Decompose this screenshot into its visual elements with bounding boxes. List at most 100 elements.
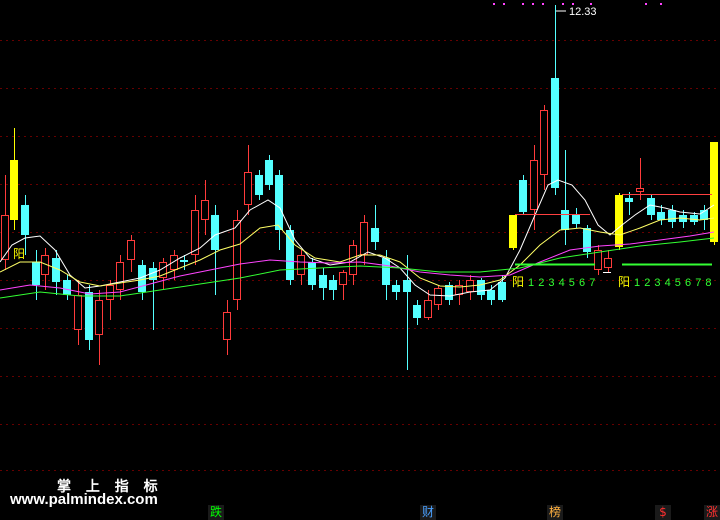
candle-body — [1, 215, 9, 260]
candle-body — [509, 215, 517, 248]
candlestick — [636, 158, 644, 200]
candlestick — [551, 5, 559, 195]
count-number: 1 — [634, 277, 640, 289]
candlestick — [647, 195, 655, 220]
candlestick — [540, 105, 548, 190]
candle-body — [690, 215, 698, 222]
candle-body — [211, 215, 219, 250]
candlestick — [339, 270, 347, 300]
bottom-tab[interactable]: 涨 — [704, 505, 720, 520]
candle-body — [615, 195, 623, 247]
candlestick — [297, 250, 305, 285]
candle-body — [74, 295, 82, 330]
accent-dot — [503, 3, 505, 5]
candle-body — [594, 250, 602, 270]
candlestick — [106, 280, 114, 320]
candle-body — [233, 220, 241, 300]
count-number: 5 — [569, 277, 575, 289]
candlestick — [275, 170, 283, 250]
candlestick — [668, 205, 676, 228]
count-number: 3 — [654, 277, 660, 289]
candlestick — [371, 205, 379, 250]
candle-body — [403, 280, 411, 292]
accent-dot — [572, 3, 574, 5]
candle-body — [255, 175, 263, 195]
candlestick — [434, 285, 442, 310]
candle-body — [85, 292, 93, 340]
candlestick — [265, 155, 273, 190]
candle-body — [21, 205, 29, 235]
candlestick — [487, 285, 495, 305]
candlestick — [85, 285, 93, 350]
candlestick — [95, 290, 103, 365]
candlestick — [63, 275, 71, 300]
candle-body — [191, 210, 199, 255]
candle-body — [561, 210, 569, 230]
candle-body — [519, 180, 527, 212]
candlestick — [625, 192, 633, 215]
candle-body — [424, 300, 432, 318]
candlestick — [244, 145, 252, 215]
bottom-tab[interactable]: 财 — [420, 505, 436, 520]
candle-body — [63, 280, 71, 295]
candle-body — [434, 288, 442, 305]
candlestick — [223, 300, 231, 355]
candle-body — [477, 280, 485, 295]
candle-body — [625, 198, 633, 202]
candle-body — [319, 275, 327, 288]
candlestick — [201, 180, 209, 235]
candle-body — [265, 160, 273, 185]
candle-body — [32, 262, 40, 285]
candlestick — [21, 195, 29, 255]
candlestick — [191, 195, 199, 265]
candlestick — [594, 245, 602, 275]
candle-body — [392, 285, 400, 292]
candle-body — [308, 262, 316, 285]
candlestick — [572, 208, 580, 228]
count-number: 1 — [528, 277, 534, 289]
count-number: 6 — [685, 277, 691, 289]
candle-body — [413, 305, 421, 318]
yang-label: 阳 — [13, 247, 25, 261]
candle-body — [382, 258, 390, 285]
candle-body — [540, 110, 548, 175]
candle-body — [668, 210, 676, 222]
candlestick — [255, 170, 263, 200]
bottom-tab[interactable]: $ — [655, 505, 671, 520]
candle-body — [339, 272, 347, 285]
bottom-tab[interactable]: 跌 — [208, 505, 224, 520]
candle-body — [498, 282, 506, 300]
candlestick — [116, 255, 124, 300]
candle-body — [636, 188, 644, 192]
watermark-url: www.palmindex.com — [10, 491, 158, 508]
candle-body — [10, 160, 18, 220]
candle-body — [329, 280, 337, 290]
bottom-tab[interactable]: 榜 — [547, 505, 563, 520]
accent-dot — [590, 3, 592, 5]
candlestick — [170, 250, 178, 280]
candlestick — [604, 250, 612, 272]
candlestick — [509, 215, 517, 250]
candle-body — [297, 255, 305, 275]
yang-label: 阳 — [618, 275, 630, 289]
candlestick — [424, 290, 432, 320]
candlestick — [615, 193, 623, 250]
count-number: 5 — [675, 277, 681, 289]
candlestick-chart[interactable]: 12.33阳阳 阳1 2 3 4 5 6 7 1 2 3 4 5 6 7 8 — [0, 0, 720, 520]
candlestick — [455, 280, 463, 305]
candle-body — [657, 212, 665, 220]
yang-label: 阳 — [512, 275, 524, 289]
high-price-label: 12.33 — [569, 6, 597, 18]
count-number: 8 — [705, 277, 711, 289]
candle-body — [551, 78, 559, 188]
candlestick — [710, 142, 718, 245]
candlestick — [360, 215, 368, 265]
candlestick — [319, 268, 327, 300]
candlestick — [127, 235, 135, 272]
accent-dot — [660, 3, 662, 5]
accent-dot — [532, 3, 534, 5]
count-number: 4 — [559, 277, 565, 289]
accent-dot — [522, 3, 524, 5]
candle-body — [95, 300, 103, 335]
candle-body — [487, 290, 495, 300]
